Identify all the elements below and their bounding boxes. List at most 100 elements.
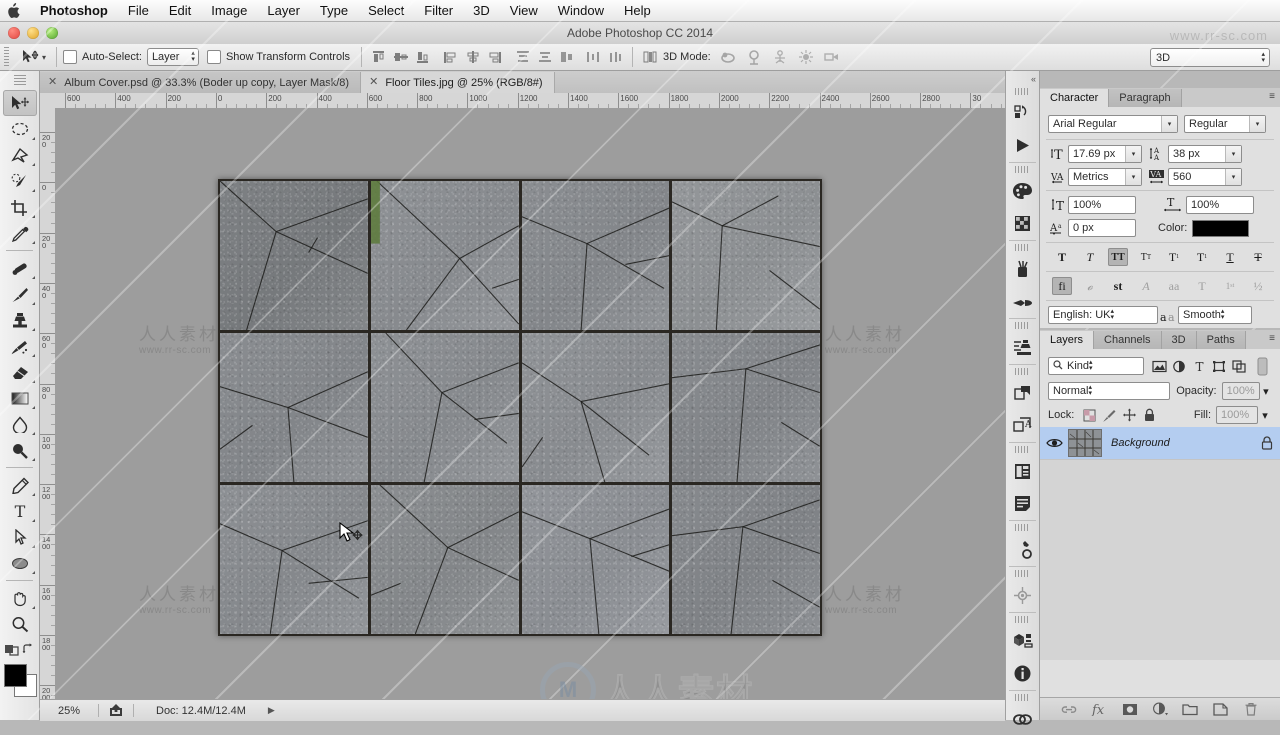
align-top-edges-icon[interactable] [368, 47, 390, 67]
path-selection-tool[interactable] [3, 524, 37, 550]
close-icon[interactable]: ✕ [48, 77, 57, 88]
superscript-button[interactable]: T1 [1164, 248, 1184, 266]
document-tab-album-cover[interactable]: ✕ Album Cover.psd @ 33.3% (Boder up copy… [40, 72, 362, 93]
hand-tool[interactable] [3, 585, 37, 611]
triangle-right-icon[interactable]: ▶ [268, 705, 275, 716]
gradient-tool[interactable] [3, 385, 37, 411]
panel-group-grip[interactable] [1015, 243, 1030, 252]
color-palette-icon[interactable] [1006, 175, 1039, 207]
text-color-swatch[interactable] [1192, 219, 1250, 237]
layer-style-fx-icon[interactable]: fx [1089, 700, 1109, 718]
3d-more-options-icon[interactable] [639, 47, 661, 67]
subscript-button[interactable]: T1 [1192, 248, 1212, 266]
brush-presets-icon[interactable] [1006, 253, 1039, 285]
lock-image-pixels-icon[interactable] [1099, 406, 1119, 424]
opacity-input[interactable]: 100% [1221, 382, 1260, 400]
align-vertical-centers-icon[interactable] [390, 47, 412, 67]
panel-group-grip[interactable] [1015, 165, 1030, 174]
small-caps-button[interactable]: TT [1136, 248, 1156, 266]
workspace-switcher[interactable]: 3D ▴ ▾ [1150, 48, 1270, 67]
auto-select-scope-dropdown[interactable]: Layer ▴ ▾ [146, 48, 199, 66]
align-horizontal-centers-icon[interactable] [462, 47, 484, 67]
auto-select-checkbox[interactable] [63, 50, 78, 64]
tab-paths[interactable]: Paths [1196, 331, 1246, 349]
eye-icon[interactable] [1040, 437, 1068, 449]
tab-paragraph[interactable]: Paragraph [1109, 89, 1182, 107]
tab-3d[interactable]: 3D [1161, 331, 1197, 349]
canvas-area[interactable]: 人人素材 www.rr-sc.com 人人素材 www.rr-sc.com 人人… [55, 108, 1005, 699]
share-icon[interactable] [99, 704, 133, 717]
strikethrough-button[interactable]: T [1248, 248, 1268, 266]
show-transform-controls-checkbox[interactable] [206, 50, 221, 64]
actions-play-icon[interactable] [1006, 129, 1039, 161]
menu-item-view[interactable]: View [500, 0, 548, 22]
tab-channels[interactable]: Channels [1094, 331, 1162, 349]
menu-item-window[interactable]: Window [548, 0, 614, 22]
panel-menu-icon[interactable]: ≡ [1269, 333, 1275, 345]
language-dropdown[interactable]: English: UK ▴ ▾ [1048, 306, 1158, 324]
ruler-corner[interactable] [40, 93, 56, 109]
apple-icon[interactable] [6, 2, 20, 19]
distribute-right-edges-icon[interactable] [604, 47, 626, 67]
filter-toggle-icon[interactable] [1252, 357, 1272, 375]
antialias-dropdown[interactable]: Smooth ▴ ▾ [1178, 306, 1252, 324]
menu-item-edit[interactable]: Edit [159, 0, 201, 22]
document-tab-floor-tiles[interactable]: ✕ Floor Tiles.jpg @ 25% (RGB/8#) [361, 72, 555, 93]
align-bottom-edges-icon[interactable] [412, 47, 434, 67]
distribute-vertical-centers-icon[interactable] [534, 47, 556, 67]
all-caps-button[interactable]: TT [1108, 248, 1128, 266]
new-group-icon[interactable] [1180, 700, 1200, 718]
eyedropper-tool[interactable] [3, 220, 37, 246]
lock-position-icon[interactable] [1119, 406, 1139, 424]
contextual-alternates-button[interactable]: 𝓸 [1080, 277, 1100, 295]
tools-panel-grip[interactable] [13, 75, 26, 87]
distribute-top-edges-icon[interactable] [512, 47, 534, 67]
fill-input[interactable]: 100% [1216, 406, 1258, 424]
3d-roll-icon[interactable] [741, 47, 767, 67]
chevron-down-icon[interactable]: ▾ [1258, 406, 1272, 424]
menu-item-layer[interactable]: Layer [257, 0, 310, 22]
pen-tool[interactable] [3, 472, 37, 498]
lock-transparent-pixels-icon[interactable] [1079, 406, 1099, 424]
vertical-ruler[interactable]: 200 0 200 400 600 800 1000 1200 1400 1600 1800 2000… [40, 108, 56, 699]
adjustments-icon[interactable] [1006, 377, 1039, 409]
type-tool[interactable]: T [3, 498, 37, 524]
options-bar-grip[interactable] [2, 47, 12, 67]
distribute-left-edges-icon[interactable] [582, 47, 604, 67]
layer-filter-kind-dropdown[interactable]: Kind ▴ ▾ [1048, 357, 1144, 375]
crop-tool[interactable] [3, 194, 37, 220]
properties-icon[interactable] [1006, 455, 1039, 487]
move-tool[interactable] [2, 90, 37, 116]
layer-name[interactable]: Background [1102, 437, 1254, 449]
fractions-button[interactable]: ½ [1248, 277, 1268, 295]
faux-bold-button[interactable]: T [1052, 248, 1072, 266]
lasso-tool[interactable] [3, 142, 37, 168]
collapse-to-icons-icon[interactable]: « [1006, 73, 1039, 85]
3d-materials-icon[interactable] [1006, 579, 1039, 611]
notes-icon[interactable] [1006, 487, 1039, 519]
vertical-scale-input[interactable]: 100% [1068, 195, 1136, 214]
history-icon[interactable] [1006, 97, 1039, 129]
styles-icon[interactable]: A [1006, 409, 1039, 441]
quick-mask-icon[interactable] [5, 643, 21, 659]
discretionary-ligatures-button[interactable]: st [1108, 277, 1128, 295]
distribute-bottom-edges-icon[interactable] [556, 47, 578, 67]
layer-row-background[interactable]: Background [1040, 427, 1280, 460]
brush-settings-icon[interactable] [1006, 285, 1039, 317]
oldstyle-button[interactable]: aa [1164, 277, 1184, 295]
blur-tool[interactable] [3, 411, 37, 437]
delete-layer-icon[interactable] [1241, 700, 1261, 718]
standard-ligatures-button[interactable]: fi [1052, 277, 1072, 295]
panel-group-grip[interactable] [1015, 445, 1030, 454]
new-layer-icon[interactable] [1211, 700, 1231, 718]
add-layer-mask-icon[interactable] [1120, 700, 1140, 718]
align-left-edges-icon[interactable] [440, 47, 462, 67]
clone-stamp-tool[interactable] [3, 307, 37, 333]
ordinals-button[interactable]: 1st [1220, 277, 1240, 295]
underline-button[interactable]: T [1220, 248, 1240, 266]
zoom-level[interactable]: 25% [40, 705, 98, 717]
filter-adjustment-icon[interactable] [1169, 357, 1189, 375]
swap-colors-icon[interactable] [22, 643, 35, 659]
measurement-log-icon[interactable] [1006, 625, 1039, 657]
chevron-down-icon[interactable]: ▾ [1260, 382, 1272, 400]
